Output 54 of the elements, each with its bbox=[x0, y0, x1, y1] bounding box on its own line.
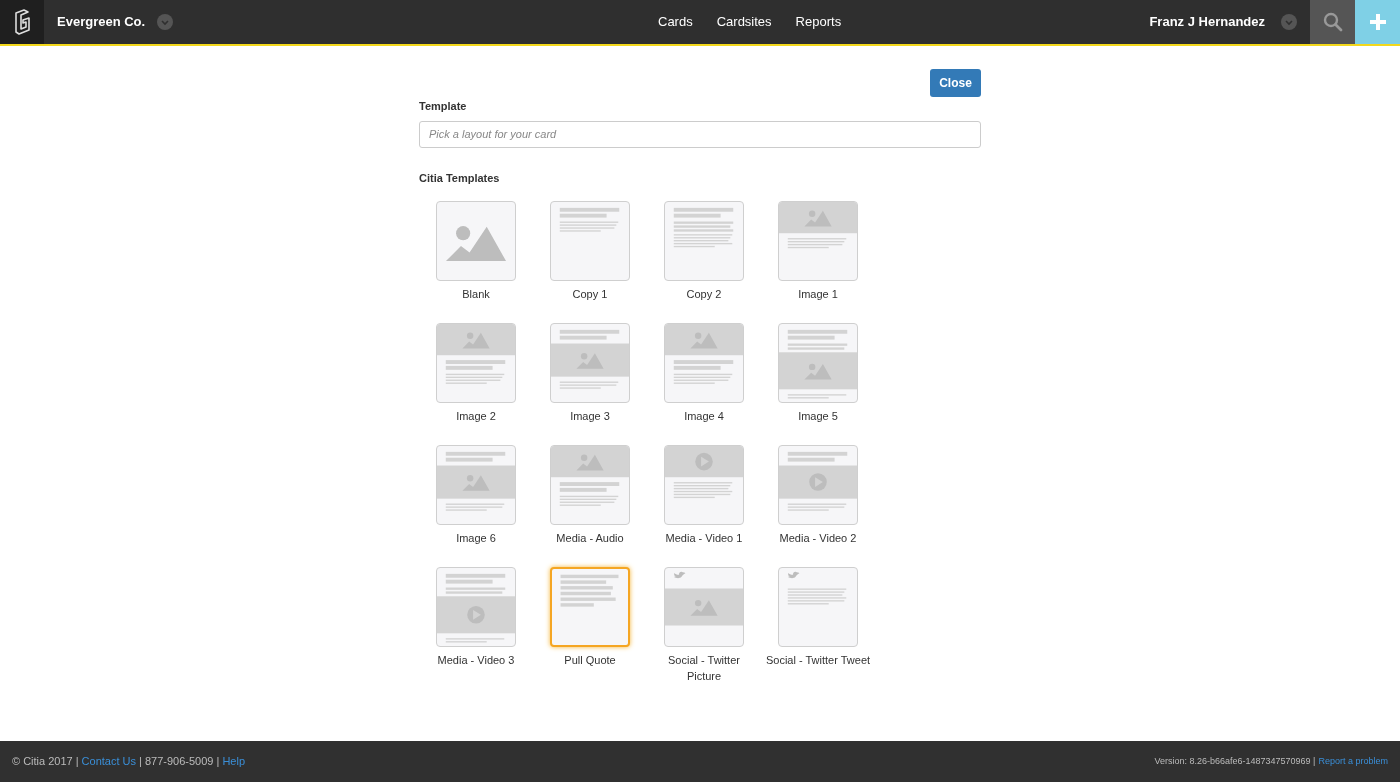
nav-link[interactable]: Reports bbox=[795, 12, 842, 32]
contact-link[interactable]: Contact Us bbox=[81, 753, 137, 770]
template-label: Image 3 bbox=[569, 409, 611, 424]
template-label: Blank bbox=[461, 287, 491, 302]
organization-name[interactable]: Evergreen Co. bbox=[57, 12, 146, 32]
template-thumbnail[interactable] bbox=[550, 445, 630, 525]
template-label: Pull Quote bbox=[563, 653, 617, 668]
version-text: Version: 8.26-b66afe6-1487347570969 | bbox=[1154, 754, 1316, 768]
template-label: Media - Audio bbox=[555, 531, 625, 546]
section-title: Citia Templates bbox=[419, 170, 501, 186]
field-label: Template bbox=[419, 99, 468, 114]
user-name[interactable]: Franz J Hernandez bbox=[1149, 12, 1265, 32]
template-label: Media - Video 2 bbox=[778, 531, 858, 546]
template-label: Media - Video 3 bbox=[436, 653, 516, 668]
template-label: Image 5 bbox=[797, 409, 839, 424]
plus-icon bbox=[1368, 13, 1387, 31]
logo-icon[interactable] bbox=[12, 9, 32, 35]
close-button[interactable]: Close bbox=[930, 69, 981, 97]
copyright-text: © Citia 2017 | bbox=[12, 754, 79, 770]
search-button[interactable] bbox=[1310, 0, 1355, 44]
template-label: Media - Video 1 bbox=[664, 531, 744, 546]
template-thumbnail[interactable] bbox=[436, 567, 516, 647]
report-problem-link[interactable]: Report a problem bbox=[1318, 754, 1388, 769]
template-thumbnail[interactable] bbox=[436, 201, 516, 281]
template-label: Copy 2 bbox=[685, 287, 723, 302]
template-thumbnail[interactable] bbox=[778, 323, 858, 403]
template-label: Image 2 bbox=[455, 409, 497, 424]
template-label: Social - Twitter Picture bbox=[667, 653, 741, 684]
template-thumbnail[interactable] bbox=[778, 567, 858, 647]
chevron-down-icon[interactable] bbox=[1281, 14, 1297, 30]
template-thumbnail[interactable] bbox=[778, 445, 858, 525]
template-label: Image 4 bbox=[683, 409, 725, 424]
template-thumbnail[interactable] bbox=[664, 567, 744, 647]
help-link[interactable]: Help bbox=[222, 753, 245, 770]
template-thumbnail[interactable] bbox=[778, 201, 858, 281]
template-label: Image 6 bbox=[455, 531, 497, 546]
template-input-field[interactable]: Pick a layout for your card bbox=[419, 120, 981, 148]
phone-number: | 877-906-5009 | bbox=[139, 754, 220, 770]
template-thumbnail[interactable] bbox=[664, 201, 744, 281]
template-thumbnail[interactable] bbox=[436, 445, 516, 525]
template-label: Social - Twitter Tweet bbox=[765, 653, 871, 668]
nav-link[interactable]: Cardsites bbox=[716, 12, 772, 32]
chevron-down-icon[interactable] bbox=[157, 14, 174, 30]
template-thumbnail[interactable] bbox=[664, 445, 744, 525]
template-thumbnail[interactable] bbox=[550, 323, 630, 403]
template-label: Image 1 bbox=[797, 287, 839, 302]
nav-link[interactable]: Cards bbox=[658, 12, 693, 32]
template-thumbnail[interactable] bbox=[664, 323, 744, 403]
template-label: Copy 1 bbox=[571, 287, 609, 302]
template-thumbnail[interactable] bbox=[550, 567, 630, 647]
template-thumbnail[interactable] bbox=[436, 323, 516, 403]
search-icon bbox=[1322, 12, 1343, 32]
template-thumbnail[interactable] bbox=[550, 201, 630, 281]
add-button[interactable] bbox=[1355, 0, 1400, 44]
